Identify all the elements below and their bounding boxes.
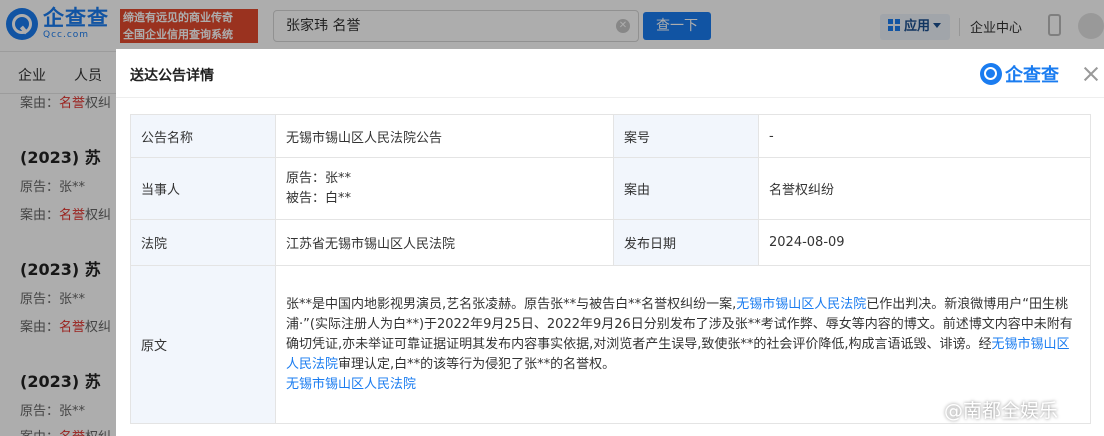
party-value: 原告：张** 被告：白**: [275, 157, 614, 220]
table-row: 公告名称 无锡市锡山区人民法院公告 案号 -: [130, 114, 1091, 158]
cause-label: 案由: [613, 157, 759, 220]
table-row: 当事人 原告：张** 被告：白** 案由 名誉权纠纷: [130, 157, 1091, 220]
case-number-label: 案号: [613, 114, 759, 158]
modal-qcc-logo: 企查查: [980, 61, 1059, 87]
publish-date-label: 发布日期: [613, 219, 759, 266]
notice-detail-table: 公告名称 无锡市锡山区人民法院公告 案号 - 当事人 原告：张** 被告：白**…: [130, 114, 1091, 424]
cause-value: 名誉权纠纷: [758, 157, 1091, 220]
close-icon[interactable]: [1082, 65, 1100, 83]
publish-date-value: 2024-08-09: [758, 219, 1091, 266]
court-value: 江苏省无锡市锡山区人民法院: [275, 219, 614, 266]
modal-title: 送达公告详情: [130, 68, 214, 84]
divider: [116, 97, 1104, 98]
table-row: 法院 江苏省无锡市锡山区人民法院 发布日期 2024-08-09: [130, 219, 1091, 266]
notice-name-value: 无锡市锡山区人民法院公告: [275, 114, 614, 158]
party-label: 当事人: [130, 157, 276, 220]
modal-logo-text: 企查查: [1005, 65, 1059, 86]
original-text-label: 原文: [130, 265, 276, 424]
plaintiff-value: 原告：张**: [286, 170, 352, 186]
original-paragraph: 张**是中国内地影视男演员,艺名张凌赫。原告张**与被告白**名誉权纠纷一案,无…: [286, 296, 1073, 372]
notice-name-label: 公告名称: [130, 114, 276, 158]
court-signature-link[interactable]: 无锡市锡山区人民法院: [286, 375, 1080, 395]
weibo-icon: [918, 403, 940, 419]
notice-detail-modal: 送达公告详情 企查查 公告名称 无锡市锡山区人民法院公告 案号 - 当事人 原告…: [116, 49, 1104, 436]
court-link[interactable]: 无锡市锡山区人民法院: [736, 297, 866, 312]
weibo-watermark: @南都全娱乐: [918, 396, 1058, 423]
defendant-value: 被告：白**: [286, 190, 352, 206]
court-label: 法院: [130, 219, 276, 266]
case-number-value: -: [758, 114, 1091, 158]
qcc-logo-icon: [980, 63, 1002, 85]
